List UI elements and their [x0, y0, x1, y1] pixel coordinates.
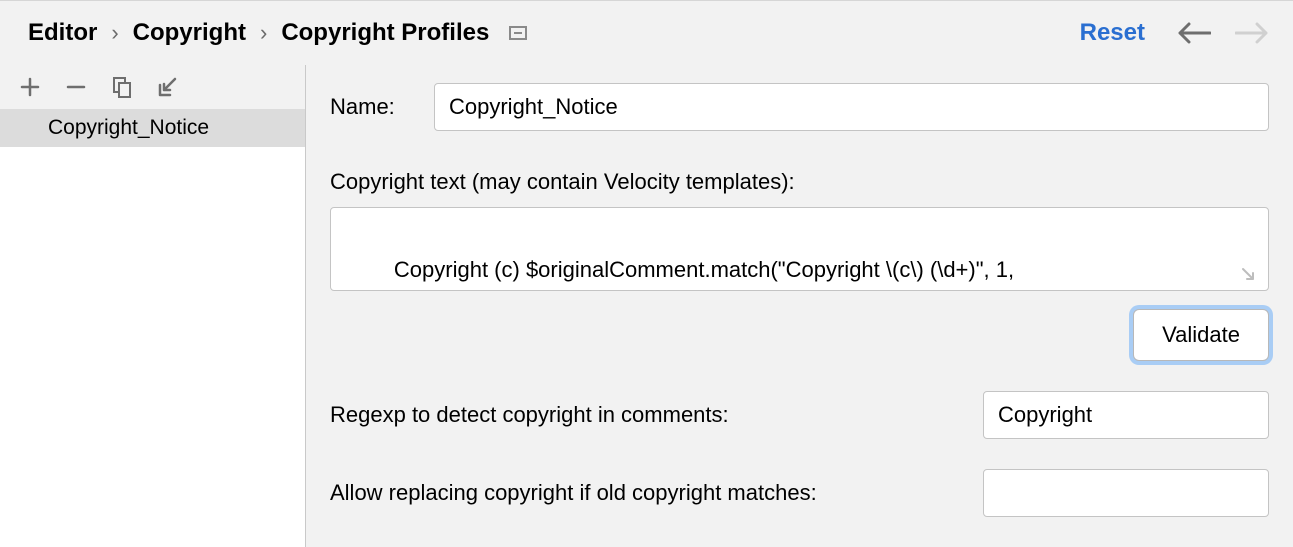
arrow-left-icon — [1177, 22, 1211, 44]
breadcrumb-item-editor[interactable]: Editor — [28, 19, 97, 47]
allow-input[interactable] — [983, 469, 1269, 517]
expand-settings-icon[interactable] — [509, 26, 527, 40]
profile-toolbar — [0, 65, 305, 109]
name-label: Name: — [330, 94, 408, 120]
copy-icon — [112, 76, 132, 98]
sidebar: Copyright_Notice — [0, 65, 306, 547]
nav-arrows — [1177, 22, 1269, 44]
regexp-row: Regexp to detect copyright in comments: — [330, 391, 1269, 439]
import-button[interactable] — [156, 75, 180, 99]
regexp-input[interactable] — [983, 391, 1269, 439]
add-button[interactable] — [18, 75, 42, 99]
remove-button[interactable] — [64, 75, 88, 99]
name-input[interactable] — [434, 83, 1269, 131]
soft-wrap-icon — [1179, 222, 1258, 291]
plus-icon — [20, 77, 40, 97]
copyright-text-area[interactable]: Copyright (c) $originalComment.match("Co… — [330, 207, 1269, 291]
profile-list: Copyright_Notice — [0, 109, 305, 547]
name-row: Name: — [330, 83, 1269, 131]
minus-icon — [66, 77, 86, 97]
forward-button — [1235, 22, 1269, 44]
arrow-right-icon — [1235, 22, 1269, 44]
profile-form: Name: Copyright text (may contain Veloci… — [306, 65, 1293, 547]
body: Copyright_Notice Name: Copyright text (m… — [0, 65, 1293, 547]
breadcrumb-item-copyright[interactable]: Copyright — [133, 19, 246, 47]
breadcrumb-item-copyright-profiles: Copyright Profiles — [281, 19, 489, 47]
reset-button[interactable]: Reset — [1080, 19, 1145, 47]
breadcrumb: Editor › Copyright › Copyright Profiles — [28, 19, 1064, 47]
settings-panel: Editor › Copyright › Copyright Profiles … — [0, 0, 1293, 547]
copyright-text-content: Copyright (c) $originalComment.match("Co… — [345, 257, 1014, 291]
validate-button[interactable]: Validate — [1133, 309, 1269, 361]
regexp-label: Regexp to detect copyright in comments: — [330, 402, 729, 428]
chevron-right-icon: › — [111, 20, 118, 46]
allow-row: Allow replacing copyright if old copyrig… — [330, 469, 1269, 517]
back-button[interactable] — [1177, 22, 1211, 44]
copy-button[interactable] — [110, 75, 134, 99]
header-bar: Editor › Copyright › Copyright Profiles … — [0, 1, 1293, 65]
profile-list-item[interactable]: Copyright_Notice — [0, 109, 305, 147]
import-icon — [157, 76, 179, 98]
copyright-text-label: Copyright text (may contain Velocity tem… — [330, 169, 1269, 195]
chevron-right-icon: › — [260, 20, 267, 46]
soft-wrap-icon — [339, 260, 418, 291]
allow-label: Allow replacing copyright if old copyrig… — [330, 480, 817, 506]
validate-row: Validate — [330, 309, 1269, 361]
